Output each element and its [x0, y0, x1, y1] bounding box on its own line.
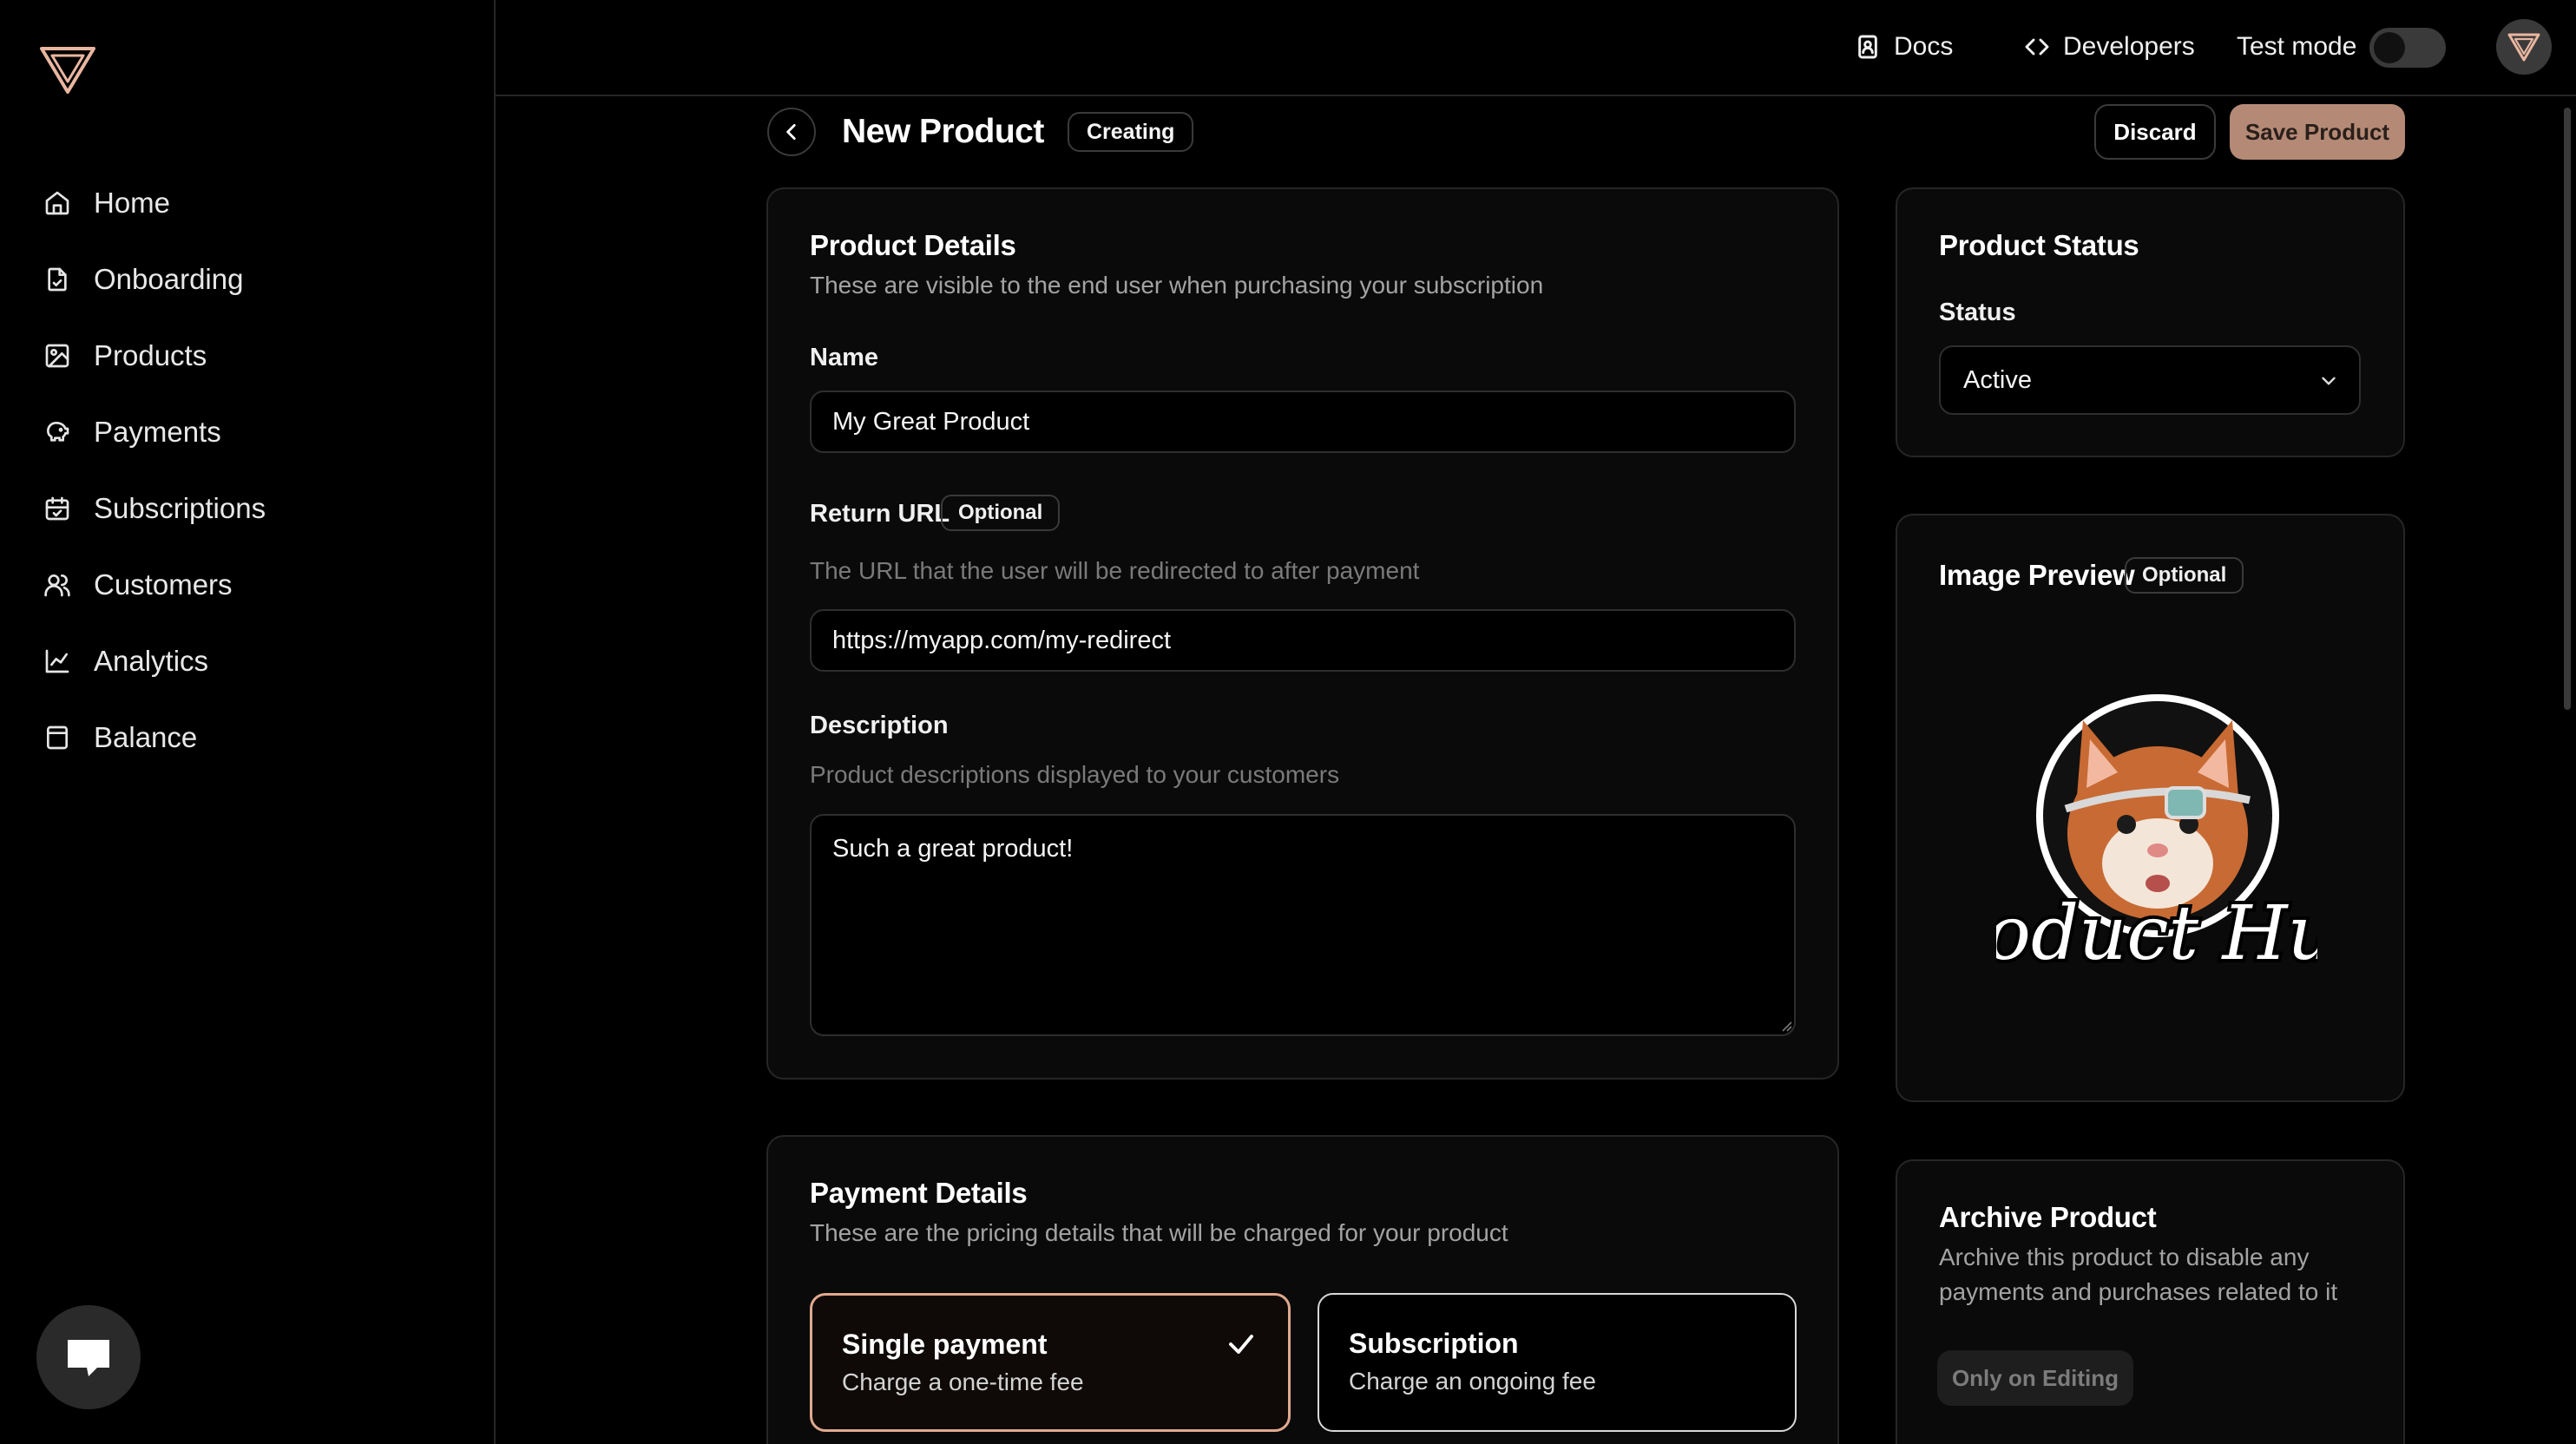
- sidebar-item-label: Analytics: [94, 645, 209, 677]
- status-select-value: Active: [1963, 365, 2032, 394]
- calendar-icon: [42, 493, 73, 524]
- developers-label: Developers: [2063, 32, 2195, 61]
- description-textarea[interactable]: Such a great product!: [810, 814, 1796, 1036]
- archive-description-line-2: payments and purchases related to it: [1939, 1278, 2338, 1305]
- return-url-hint: The URL that the user will be redirected…: [810, 557, 1420, 584]
- wallet-icon: [42, 722, 73, 753]
- chevron-left-icon: [786, 124, 796, 140]
- sidebar-item-analytics[interactable]: Analytics: [42, 623, 266, 699]
- optional-badge: Optional: [941, 495, 1061, 531]
- piggy-bank-icon: [42, 417, 73, 448]
- return-url-label: Return URL: [810, 500, 950, 528]
- sidebar-item-label: Onboarding: [94, 263, 244, 295]
- sidebar-item-subscriptions[interactable]: Subscriptions: [42, 470, 266, 547]
- code-icon: [2025, 38, 2049, 56]
- single-payment-option[interactable]: Single payment Charge a one-time fee: [810, 1293, 1291, 1432]
- option-subtitle: Charge a one-time fee: [842, 1369, 1084, 1395]
- product-status-title: Product Status: [1939, 229, 2139, 261]
- users-icon: [42, 569, 73, 601]
- sidebar-item-label: Balance: [94, 721, 198, 753]
- sidebar-item-onboarding[interactable]: Onboarding: [42, 241, 266, 318]
- sidebar-item-customers[interactable]: Customers: [42, 547, 266, 623]
- name-label: Name: [810, 344, 878, 371]
- chat-icon: [68, 1340, 109, 1376]
- toggle-knob: [2374, 32, 2405, 63]
- option-title: Single payment: [842, 1329, 1048, 1360]
- docs-label: Docs: [1894, 32, 1954, 61]
- sidebar-item-home[interactable]: Home: [42, 165, 266, 241]
- archive-description-line-1: Archive this product to disable any: [1939, 1244, 2310, 1270]
- sidebar: Home Onboarding Products Payments Subscr…: [0, 0, 496, 1444]
- logo-icon: [2507, 33, 2540, 62]
- product-details-title: Product Details: [810, 229, 1016, 261]
- chat-button[interactable]: [36, 1305, 141, 1409]
- subscription-option[interactable]: Subscription Charge an ongoing fee: [1318, 1293, 1797, 1432]
- description-label: Description: [810, 712, 949, 739]
- product-details-subtitle: These are visible to the end user when p…: [810, 272, 1544, 299]
- back-button[interactable]: [767, 108, 816, 156]
- save-product-button[interactable]: Save Product: [2230, 104, 2405, 160]
- sidebar-item-products[interactable]: Products: [42, 318, 266, 394]
- sidebar-item-label: Customers: [94, 568, 233, 601]
- scrollbar-thumb[interactable]: [2564, 108, 2571, 710]
- status-select[interactable]: Active: [1939, 345, 2361, 415]
- payment-details-title: Payment Details: [810, 1177, 1028, 1209]
- sidebar-item-label: Products: [94, 339, 207, 371]
- sidebar-item-label: Payments: [94, 416, 221, 448]
- topbar: Docs Developers Test mode: [496, 0, 2576, 96]
- page-title: New Product: [842, 113, 1044, 150]
- optional-badge: Optional: [2125, 557, 2244, 594]
- return-url-input[interactable]: https://myapp.com/my-redirect: [810, 609, 1796, 672]
- sidebar-item-label: Subscriptions: [94, 492, 266, 524]
- archive-button[interactable]: Only on Editing: [1937, 1350, 2133, 1406]
- status-label: Status: [1939, 299, 2016, 326]
- test-mode-label: Test mode: [2237, 32, 2357, 61]
- name-input[interactable]: My Great Product: [810, 391, 1796, 453]
- description-hint: Product descriptions displayed to your c…: [810, 761, 1340, 788]
- option-title: Subscription: [1349, 1328, 1519, 1359]
- chevron-down-icon: [2322, 377, 2336, 385]
- product-image[interactable]: Product Hunt: [1895, 686, 2417, 989]
- sidebar-nav: Home Onboarding Products Payments Subscr…: [42, 165, 266, 776]
- sidebar-item-label: Home: [94, 187, 171, 219]
- home-icon: [42, 187, 73, 219]
- product-image-caption: Product Hunt: [1996, 890, 2317, 977]
- image-preview-title: Image Preview: [1939, 559, 2135, 591]
- discard-button[interactable]: Discard: [2094, 104, 2216, 160]
- payment-details-subtitle: These are the pricing details that will …: [810, 1219, 1508, 1246]
- image-icon: [42, 340, 73, 371]
- book-icon: [1858, 35, 1877, 59]
- file-icon: [42, 264, 73, 295]
- sidebar-item-balance[interactable]: Balance: [42, 699, 266, 776]
- logo-icon[interactable]: [38, 43, 97, 95]
- option-subtitle: Charge an ongoing fee: [1349, 1368, 1596, 1395]
- chart-icon: [42, 646, 73, 677]
- sidebar-item-payments[interactable]: Payments: [42, 394, 266, 470]
- test-mode-toggle[interactable]: [2369, 28, 2446, 68]
- status-badge: Creating: [1068, 112, 1194, 152]
- developers-link[interactable]: Developers: [2023, 28, 2195, 66]
- docs-link[interactable]: Docs: [1854, 28, 1953, 66]
- archive-product-title: Archive Product: [1939, 1201, 2157, 1233]
- avatar[interactable]: [2496, 19, 2552, 75]
- resize-handle-icon[interactable]: [1779, 1019, 1793, 1033]
